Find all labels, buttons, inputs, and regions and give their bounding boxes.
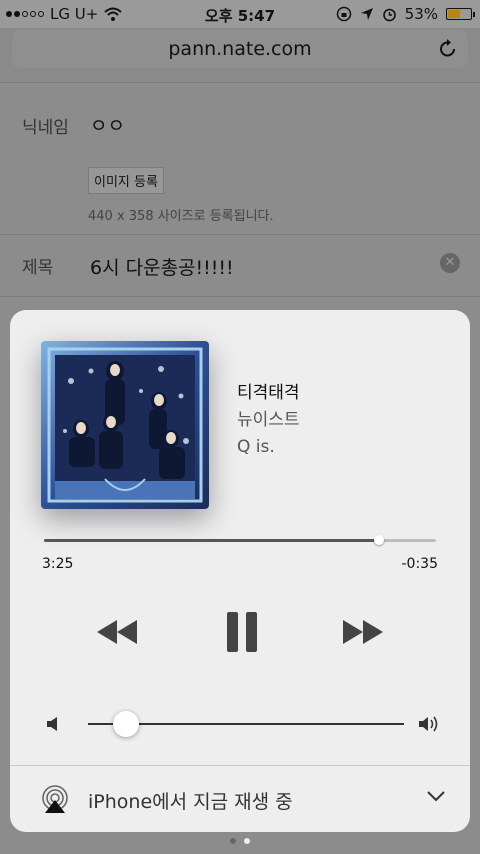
title-field[interactable]: 6시 다운총공!!!!! <box>90 253 234 280</box>
nickname-row: 닉네임 ㅇㅇ 이미지 등록 440 x 358 사이즈로 등록됩니다. <box>0 83 480 235</box>
clear-icon[interactable]: ✕ <box>440 253 460 273</box>
battery-icon <box>446 8 475 20</box>
nickname-label: 닉네임 <box>22 118 69 138</box>
volume-low-icon <box>47 717 57 731</box>
title-row: 제목 6시 다운총공!!!!! ✕ <box>0 235 480 297</box>
scrubber-thumb[interactable] <box>374 535 384 545</box>
battery-fill <box>448 10 460 18</box>
image-upload-button[interactable]: 이미지 등록 <box>88 167 164 194</box>
url-text: pann.nate.com <box>168 38 312 60</box>
airplay-row[interactable]: iPhone에서 지금 재생 중 <box>10 765 470 832</box>
airplay-label: iPhone에서 지금 재생 중 <box>88 791 293 813</box>
remaining-time: -0:35 <box>401 556 439 572</box>
album-name: Q is. <box>237 437 275 457</box>
fast-forward-icon <box>343 620 383 644</box>
fast-forward-button[interactable] <box>340 610 386 654</box>
elapsed-time: 3:25 <box>42 556 74 572</box>
status-right: 53% <box>336 5 475 23</box>
track-info: 티격태격 뉴이스트 Q is. <box>237 380 300 461</box>
pause-button[interactable] <box>222 610 262 654</box>
rewind-icon <box>97 620 137 644</box>
rewind-button[interactable] <box>94 610 140 654</box>
now-playing-card: 티격태격 뉴이스트 Q is. 3:25 -0:35 iPhone에서 지금 재… <box>10 310 470 832</box>
page-dot <box>230 838 236 844</box>
album-artwork <box>41 341 209 509</box>
scrubber-played <box>44 539 379 542</box>
page-indicator <box>0 838 480 844</box>
reload-icon[interactable] <box>438 38 458 60</box>
playback-scrubber[interactable] <box>44 535 436 545</box>
pause-icon <box>227 612 257 652</box>
volume-slider[interactable] <box>46 711 442 737</box>
image-size-hint: 440 x 358 사이즈로 등록됩니다. <box>88 209 274 224</box>
title-label: 제목 <box>22 258 54 278</box>
battery-percent: 53% <box>404 5 438 23</box>
location-icon <box>360 8 373 20</box>
rotation-lock-icon <box>336 6 351 22</box>
nickname-field[interactable]: ㅇㅇ <box>90 111 125 138</box>
url-bar[interactable]: pann.nate.com <box>12 30 468 68</box>
airplay-icon <box>42 785 68 813</box>
page-dot-active <box>244 838 250 844</box>
chevron-down-icon[interactable] <box>426 790 446 802</box>
artist-name: 뉴이스트 <box>237 410 300 430</box>
alarm-icon <box>382 8 396 21</box>
song-title: 티격태격 <box>237 383 300 403</box>
volume-thumb[interactable] <box>113 711 139 737</box>
status-bar: LG U+ 오후 5:47 53% <box>0 0 480 28</box>
volume-high-icon <box>419 716 438 732</box>
